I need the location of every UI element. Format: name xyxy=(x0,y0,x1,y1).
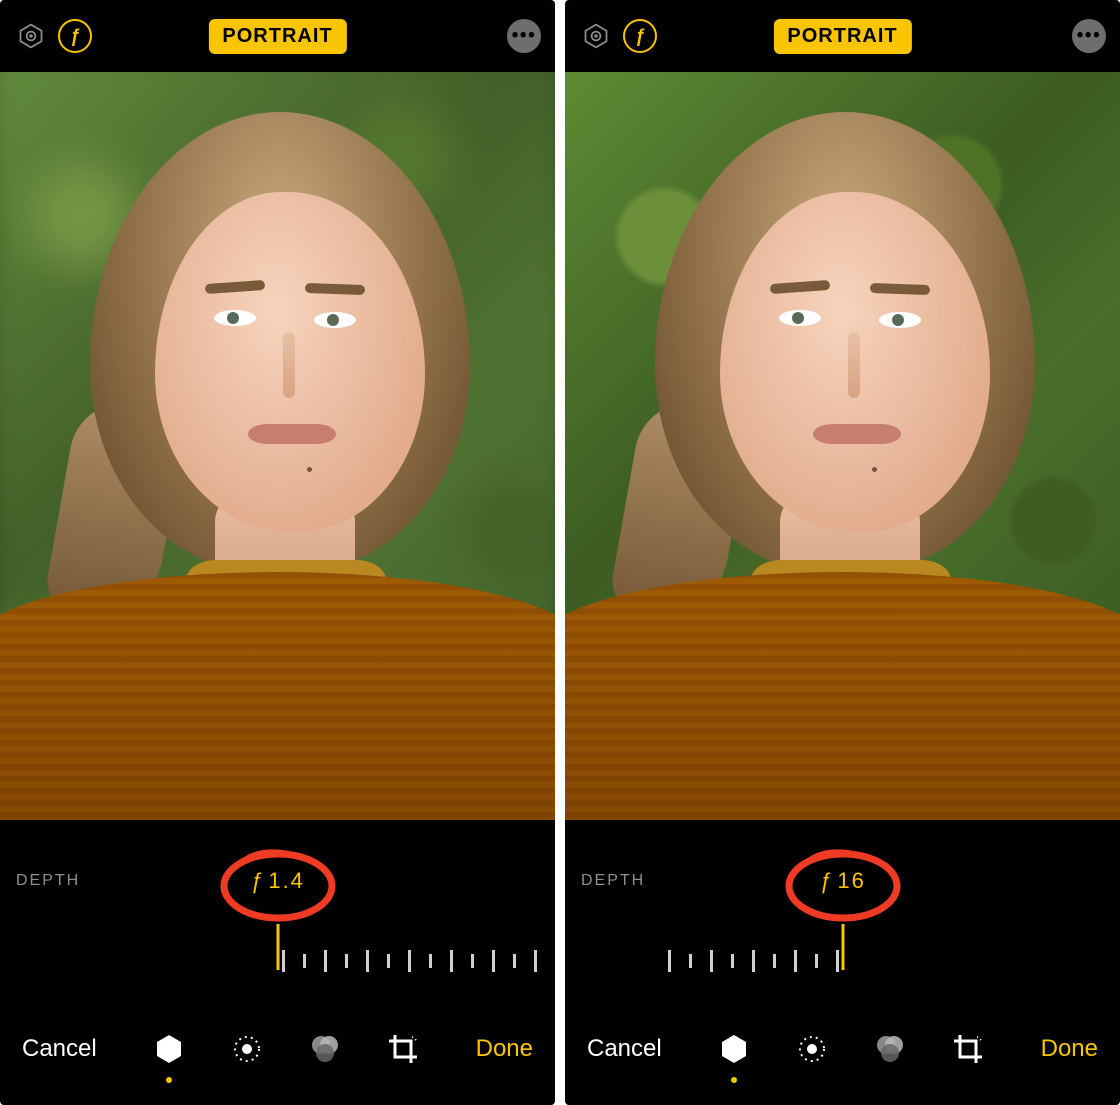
slider-indicator-icon xyxy=(841,924,844,970)
depth-value: ƒ16 xyxy=(819,868,866,894)
done-button[interactable]: Done xyxy=(472,1029,537,1069)
portrait-subject xyxy=(565,72,1120,820)
done-button[interactable]: Done xyxy=(1037,1029,1102,1069)
filters-tool-icon[interactable] xyxy=(303,1027,347,1071)
portrait-subject xyxy=(0,72,555,820)
crop-tool-icon[interactable] xyxy=(381,1027,425,1071)
cancel-button[interactable]: Cancel xyxy=(583,1029,666,1069)
aperture-icon[interactable]: ƒ xyxy=(58,19,92,53)
depth-label: DEPTH xyxy=(581,872,645,890)
top-bar: ƒ PORTRAIT ••• xyxy=(565,0,1120,72)
top-bar: ƒ PORTRAIT ••• xyxy=(0,0,555,72)
cancel-button[interactable]: Cancel xyxy=(18,1029,101,1069)
depth-value: ƒ1.4 xyxy=(250,868,305,894)
more-icon[interactable]: ••• xyxy=(1072,19,1106,53)
mode-pill[interactable]: PORTRAIT xyxy=(773,19,911,54)
crop-tool-icon[interactable] xyxy=(946,1027,990,1071)
lighting-style-icon[interactable] xyxy=(579,19,613,53)
editor-pane-right: ƒ PORTRAIT ••• DEPTH ƒ16 xyxy=(565,0,1120,1105)
depth-label: DEPTH xyxy=(16,872,80,890)
controls-area: DEPTH ƒ1.4 Cancel xyxy=(0,820,555,1105)
slider-ticks xyxy=(282,950,537,972)
more-icon[interactable]: ••• xyxy=(507,19,541,53)
adjust-tool-icon[interactable] xyxy=(790,1027,834,1071)
slider-ticks xyxy=(668,950,839,972)
portrait-lighting-tool-icon[interactable] xyxy=(712,1027,756,1071)
aperture-icon[interactable]: ƒ xyxy=(623,19,657,53)
photo-preview[interactable] xyxy=(565,72,1120,820)
controls-area: DEPTH ƒ16 Cancel xyxy=(565,820,1120,1105)
filters-tool-icon[interactable] xyxy=(868,1027,912,1071)
adjust-tool-icon[interactable] xyxy=(225,1027,269,1071)
photo-preview[interactable] xyxy=(0,72,555,820)
mode-pill[interactable]: PORTRAIT xyxy=(208,19,346,54)
lighting-style-icon[interactable] xyxy=(14,19,48,53)
slider-indicator-icon xyxy=(276,924,279,970)
depth-slider[interactable] xyxy=(577,924,1108,994)
editor-pane-left: ƒ PORTRAIT ••• DEPTH ƒ1.4 xyxy=(0,0,555,1105)
bottom-toolbar: Cancel Done xyxy=(12,1009,543,1095)
portrait-lighting-tool-icon[interactable] xyxy=(147,1027,191,1071)
depth-slider[interactable] xyxy=(12,924,543,994)
bottom-toolbar: Cancel Done xyxy=(577,1009,1108,1095)
